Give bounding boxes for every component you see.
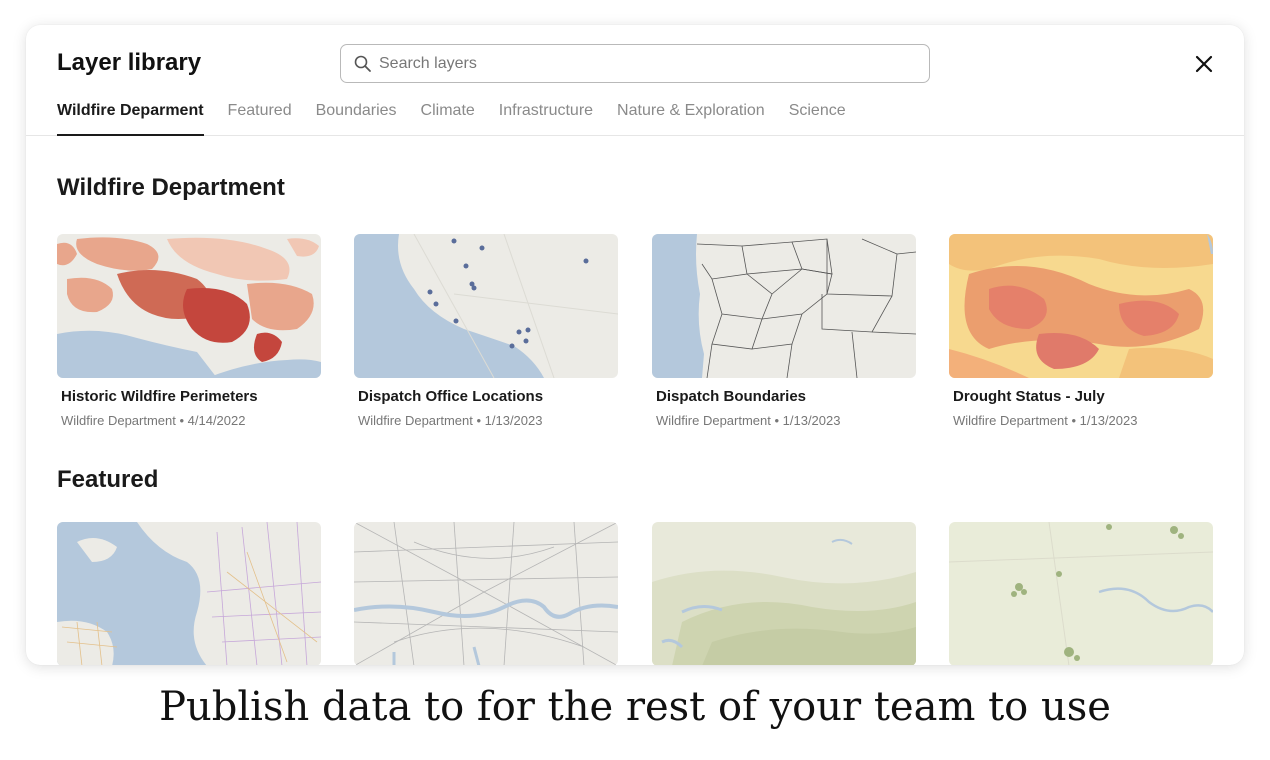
- map-thumbnail-london: [354, 522, 618, 665]
- layer-name: Dispatch Office Locations: [358, 388, 544, 405]
- layer-meta: Wildfire Department • 4/14/2022: [61, 413, 246, 428]
- layer-library-modal: Layer library Wildfire Deparment Feature…: [26, 25, 1244, 665]
- tab-featured[interactable]: Featured: [228, 101, 292, 136]
- layer-meta: Wildfire Department • 1/13/2023: [953, 413, 1138, 428]
- layer-card[interactable]: Historic Wildfire Perimeters Wildfire De…: [57, 234, 321, 428]
- category-tabs: Wildfire Deparment Featured Boundaries C…: [57, 101, 870, 136]
- map-thumbnail-wildfire-perimeters: [57, 234, 321, 378]
- map-thumbnail-bay-area: [57, 522, 321, 665]
- layer-name: Drought Status - July: [953, 388, 1105, 405]
- map-thumbnail-drought-status: [949, 234, 1213, 378]
- search-input[interactable]: [379, 45, 919, 82]
- layer-name: Dispatch Boundaries: [656, 388, 807, 405]
- layer-card[interactable]: Dispatch Office Locations Wildfire Depar…: [354, 234, 618, 428]
- layer-name: Historic Wildfire Perimeters: [61, 388, 258, 405]
- tagline: Publish data to for the rest of your tea…: [159, 684, 1111, 730]
- layer-meta: Wildfire Department • 1/13/2023: [358, 413, 543, 428]
- tab-infrastructure[interactable]: Infrastructure: [499, 101, 593, 136]
- tab-climate[interactable]: Climate: [421, 101, 475, 136]
- tab-wildfire-department[interactable]: Wildfire Deparment: [57, 101, 204, 136]
- map-thumbnail-switzerland: [652, 522, 916, 665]
- search-box[interactable]: [340, 44, 930, 83]
- map-thumbnail-dispatch-offices: [354, 234, 618, 378]
- tab-boundaries[interactable]: Boundaries: [316, 101, 397, 136]
- modal-header: Layer library Wildfire Deparment Feature…: [26, 25, 1244, 136]
- layer-card[interactable]: [354, 522, 618, 665]
- layer-card[interactable]: [57, 522, 321, 665]
- section-title-wildfire: Wildfire Department: [57, 174, 285, 201]
- search-icon: [354, 55, 371, 72]
- modal-title: Layer library: [57, 49, 202, 76]
- map-thumbnail-dispatch-boundaries: [652, 234, 916, 378]
- layer-card[interactable]: Dispatch Boundaries Wildfire Department …: [652, 234, 916, 428]
- tab-nature-exploration[interactable]: Nature & Exploration: [617, 101, 765, 136]
- close-icon[interactable]: [1192, 52, 1216, 76]
- section-title-featured: Featured: [57, 466, 159, 493]
- layer-card[interactable]: [652, 522, 916, 665]
- layer-card[interactable]: Drought Status - July Wildfire Departmen…: [949, 234, 1213, 428]
- layer-card[interactable]: [949, 522, 1213, 665]
- tab-science[interactable]: Science: [789, 101, 846, 136]
- layer-meta: Wildfire Department • 1/13/2023: [656, 413, 841, 428]
- map-thumbnail-nature-region: [949, 522, 1213, 665]
